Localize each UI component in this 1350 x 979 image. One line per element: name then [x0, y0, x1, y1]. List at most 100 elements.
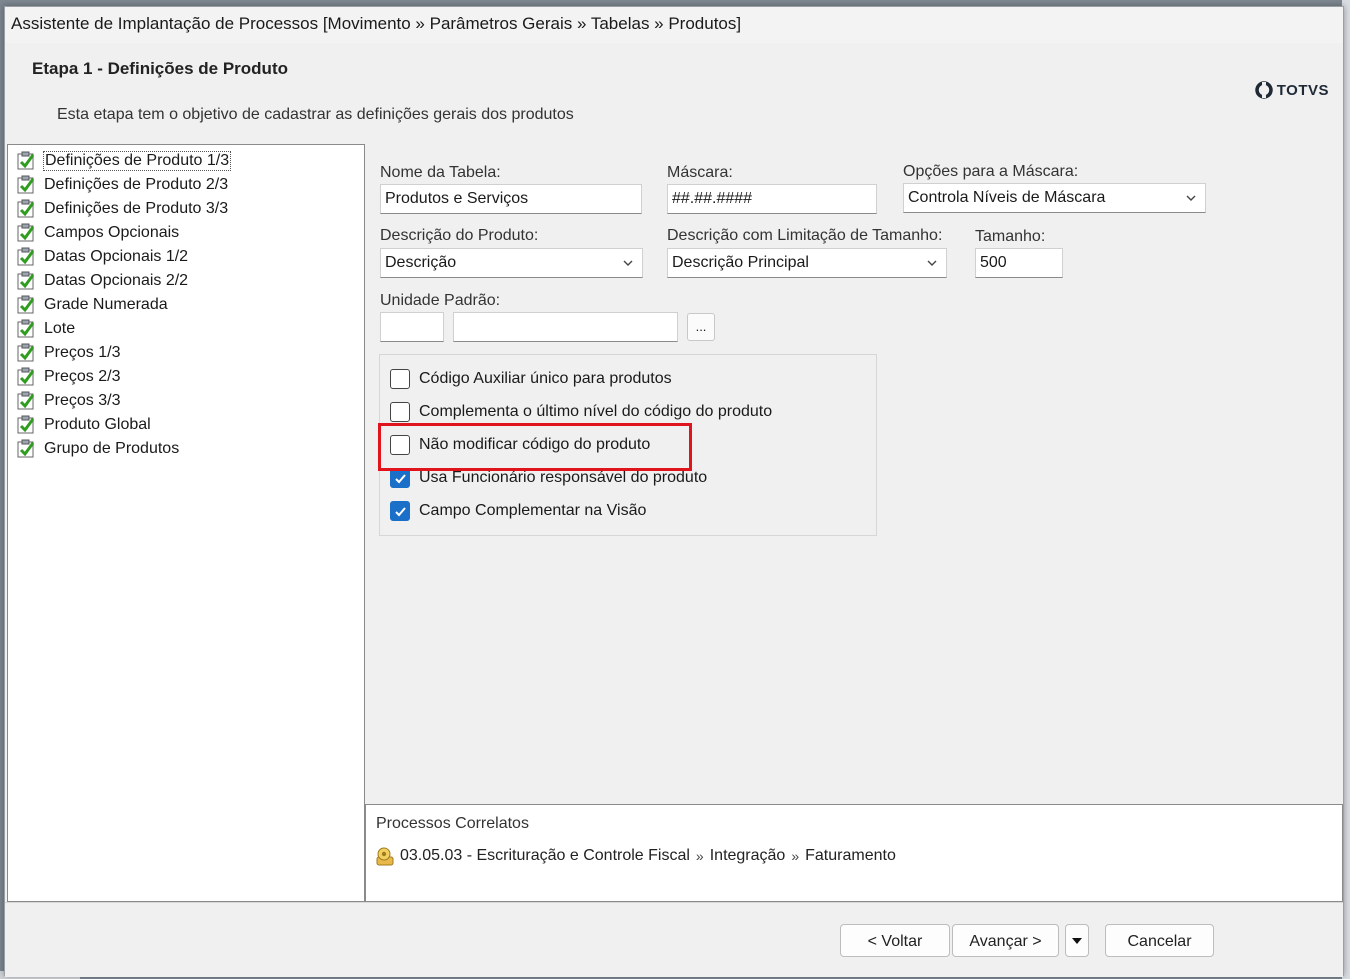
totvs-logo-icon	[1255, 81, 1273, 99]
related-processes-title: Processos Correlatos	[376, 815, 529, 832]
product-description-select[interactable]: Descrição	[380, 248, 643, 278]
table-name-label: Nome da Tabela:	[380, 164, 501, 181]
step-item[interactable]: Preços 1/3	[8, 341, 364, 365]
step-item[interactable]: Produto Global	[8, 413, 364, 437]
size-input[interactable]: 500	[975, 248, 1063, 278]
checklist-checked-icon	[17, 319, 35, 338]
totvs-logo: TOTVS	[1255, 81, 1329, 99]
checkmark-icon	[394, 473, 406, 483]
step-label: Lote	[44, 320, 76, 337]
related-path-level-1: 03.05.03 - Escrituração e Controle Fisca…	[400, 847, 690, 864]
limited-description-label: Descrição com Limitação de Tamanho:	[667, 227, 943, 244]
caret-down-icon	[1072, 938, 1082, 944]
back-button[interactable]: < Voltar	[840, 924, 950, 957]
step-label: Grupo de Produtos	[44, 440, 180, 457]
checkbox-checked[interactable]	[390, 468, 410, 488]
wizard-header: Etapa 1 - Definições de Produto Esta eta…	[5, 43, 1343, 143]
checklist-checked-icon	[17, 295, 35, 314]
step-label: Campos Opcionais	[44, 224, 180, 241]
size-label: Tamanho:	[975, 228, 1046, 245]
related-processes-panel: Processos Correlatos 03.05.03 - Escritur…	[365, 804, 1343, 902]
step-label: Preços 1/3	[44, 344, 121, 361]
related-path-level-3: Faturamento	[805, 847, 896, 864]
related-process-link[interactable]: 03.05.03 - Escrituração e Controle Fisca…	[374, 845, 896, 867]
step-item[interactable]: Grade Numerada	[8, 293, 364, 317]
related-path-level-2: Integração	[709, 847, 786, 864]
default-unit-name-input[interactable]	[453, 312, 678, 342]
product-description-value: Descrição	[385, 254, 457, 271]
step-description: Esta etapa tem o objetivo de cadastrar a…	[57, 106, 574, 123]
checkbox-unchecked[interactable]	[390, 402, 410, 422]
highlight-box	[378, 423, 692, 471]
option-label: Campo Complementar na Visão	[419, 502, 647, 519]
step-label: Definições de Produto 1/3	[42, 151, 232, 171]
step-item[interactable]: Grupo de Produtos	[8, 437, 364, 461]
cancel-button[interactable]: Cancelar	[1105, 924, 1214, 957]
option-label: Código Auxiliar único para produtos	[419, 370, 672, 387]
checklist-checked-icon	[17, 247, 35, 266]
process-gear-icon	[376, 847, 394, 866]
step-item[interactable]: Definições de Produto 2/3	[8, 173, 364, 197]
default-unit-code-input[interactable]	[380, 312, 444, 342]
checklist-checked-icon	[17, 199, 35, 218]
chevron-down-icon	[1186, 195, 1196, 201]
checklist-checked-icon	[17, 223, 35, 242]
step-item[interactable]: Campos Opcionais	[8, 221, 364, 245]
step-label: Datas Opcionais 1/2	[44, 248, 189, 265]
step-item[interactable]: Definições de Produto 3/3	[8, 197, 364, 221]
table-name-input[interactable]: Produtos e Serviços	[380, 184, 642, 214]
option-label: Complementa o último nível do código do …	[419, 403, 773, 420]
checklist-checked-icon	[17, 175, 35, 194]
option-checkbox-row[interactable]: Complementa o último nível do código do …	[390, 401, 772, 423]
step-item[interactable]: Definições de Produto 1/3	[8, 149, 364, 173]
step-label: Definições de Produto 2/3	[44, 176, 229, 193]
checklist-checked-icon	[17, 391, 35, 410]
limited-description-value: Descrição Principal	[672, 254, 809, 271]
limited-description-select[interactable]: Descrição Principal	[667, 248, 947, 278]
step-title: Etapa 1 - Definições de Produto	[32, 59, 288, 78]
option-checkbox-row[interactable]: Código Auxiliar único para produtos	[390, 368, 672, 390]
path-separator: »	[695, 848, 704, 864]
wizard-footer: < Voltar Avançar > Cancelar	[5, 902, 1343, 977]
mask-options-value: Controla Níveis de Máscara	[908, 189, 1106, 206]
totvs-logo-text: TOTVS	[1276, 81, 1329, 99]
window-title: Assistente de Implantação de Processos […	[5, 7, 1343, 43]
default-unit-lookup-button[interactable]: ...	[687, 313, 715, 341]
path-separator: »	[791, 848, 800, 864]
checklist-checked-icon	[17, 367, 35, 386]
checklist-checked-icon	[17, 439, 35, 458]
step-label: Datas Opcionais 2/2	[44, 272, 189, 289]
step-item[interactable]: Datas Opcionais 2/2	[8, 269, 364, 293]
checkbox-checked[interactable]	[390, 501, 410, 521]
step-label: Grade Numerada	[44, 296, 168, 313]
steps-tree: Definições de Produto 1/3 Definições de P…	[7, 144, 365, 902]
mask-input[interactable]: ##.##.####	[667, 184, 877, 214]
next-dropdown-button[interactable]	[1065, 924, 1089, 957]
option-checkbox-row[interactable]: Campo Complementar na Visão	[390, 500, 646, 522]
wizard-window: Assistente de Implantação de Processos […	[4, 6, 1344, 977]
checklist-checked-icon	[17, 151, 35, 170]
checkmark-icon	[394, 506, 406, 516]
step-label: Preços 2/3	[44, 368, 121, 385]
step-item[interactable]: Datas Opcionais 1/2	[8, 245, 364, 269]
chevron-down-icon	[927, 260, 937, 266]
chevron-down-icon	[623, 260, 633, 266]
default-unit-label: Unidade Padrão:	[380, 292, 501, 309]
step-label: Produto Global	[44, 416, 151, 433]
product-description-label: Descrição do Produto:	[380, 227, 539, 244]
mask-label: Máscara:	[667, 164, 733, 181]
checklist-checked-icon	[17, 415, 35, 434]
mask-options-select[interactable]: Controla Níveis de Máscara	[903, 183, 1206, 213]
step-label: Definições de Produto 3/3	[44, 200, 229, 217]
checklist-checked-icon	[17, 271, 35, 290]
step-item[interactable]: Lote	[8, 317, 364, 341]
form-panel: Nome da Tabela: Produtos e Serviços Másc…	[365, 144, 1343, 804]
step-item[interactable]: Preços 2/3	[8, 365, 364, 389]
step-label: Preços 3/3	[44, 392, 121, 409]
step-item[interactable]: Preços 3/3	[8, 389, 364, 413]
checkbox-unchecked[interactable]	[390, 369, 410, 389]
option-label: Usa Funcionário responsável do produto	[419, 469, 708, 486]
next-button[interactable]: Avançar >	[952, 924, 1059, 957]
checklist-checked-icon	[17, 343, 35, 362]
mask-options-label: Opções para a Máscara:	[903, 163, 1079, 180]
